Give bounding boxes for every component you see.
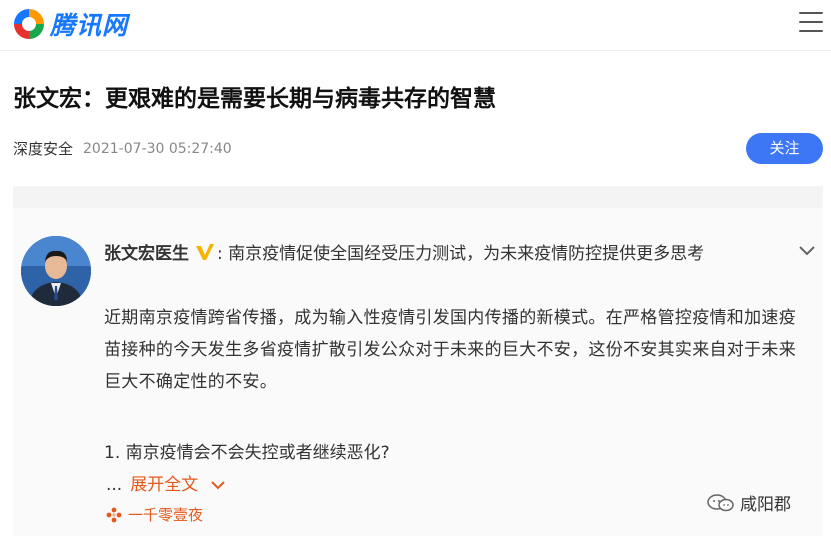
watermark-text: 咸阳郡 [740,495,791,515]
post-tagline[interactable]: 一千零壹夜 [106,503,203,527]
post-author[interactable]: 张文宏医生 [104,244,189,264]
post-list-item: 1. 南京疫情会不会失控或者继续恶化? [104,443,390,463]
article-title: 张文宏：更艰难的是需要长期与病毒共存的智慧 [13,86,496,112]
wechat-watermark: 咸阳郡 [706,490,791,515]
tagline-text: 一千零壹夜 [128,506,204,524]
flower-icon [106,507,122,523]
avatar[interactable] [21,236,91,306]
follow-button[interactable]: 关注 [746,133,823,164]
hamburger-menu-icon[interactable] [799,12,823,34]
avatar-portrait-icon [21,236,91,306]
post-summary: 南京疫情促使全国经受压力测试，为未来疫情防控提供更多思考 [228,244,705,264]
article-time: 2021-07-30 05:27:40 [83,140,232,157]
chevron-down-icon [211,481,225,490]
post-colon: : [217,244,223,264]
wechat-icon [707,493,734,511]
tencent-logo-icon [14,9,44,39]
chevron-down-icon[interactable] [797,240,817,260]
site-logo[interactable]: 腾讯网 [12,7,128,41]
post-paragraph: 近期南京疫情跨省传播，成为输入性疫情引发国内传播的新模式。在严格管控疫情和加速疫… [104,308,796,392]
embedded-post-card: 张文宏医生: 南京疫情促使全国经受压力测试，为未来疫情防控提供更多思考 近期南京… [13,186,823,536]
expand-label: 展开全文 [130,475,199,495]
logo-text: 腾讯网 [50,11,129,40]
verified-v-icon [196,244,214,260]
expand-ellipsis: ... [106,475,123,495]
expand-full-text-link[interactable]: ... 展开全文 [106,473,226,497]
post-headline: 张文宏医生: 南京疫情促使全国经受压力测试，为未来疫情防控提供更多思考 [104,242,704,266]
top-bar: 腾讯网 [0,0,831,51]
article-meta: 深度安全 2021-07-30 05:27:40 [13,138,232,159]
article-source[interactable]: 深度安全 [13,138,73,159]
